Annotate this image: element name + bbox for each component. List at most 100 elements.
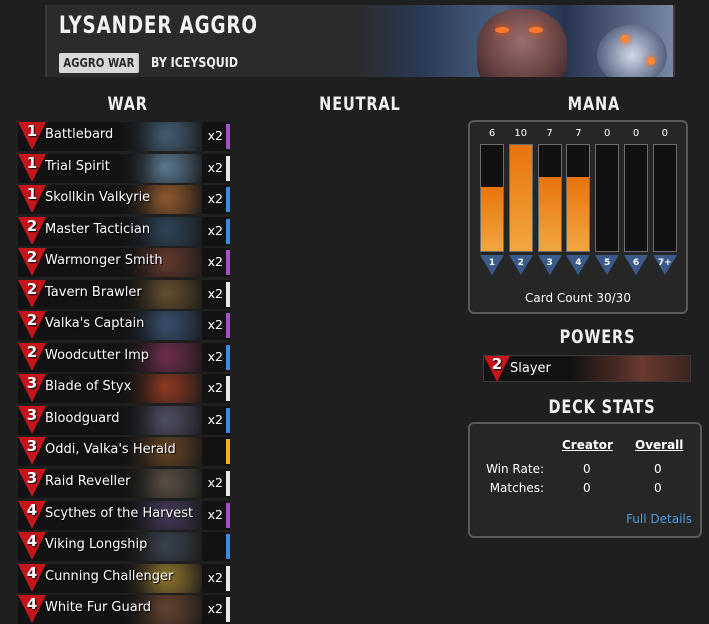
mana-bar [566,144,591,252]
card-name: Oddi, Valka's Herald [45,442,176,458]
card-count-x: x2 [207,254,223,270]
rarity-bar [226,565,230,591]
rarity-bar [226,281,230,307]
mana-bar-fill [567,176,590,251]
card-row[interactable]: 3 Bloodguard x2 [18,405,230,435]
card-row[interactable]: 4 Scythes of the Harvest x2 [18,500,230,530]
mana-column-count: 7 [546,128,553,139]
section-neutral: NEUTRAL [319,93,401,115]
mana-cost-label: 3 [546,258,553,268]
card-art-fade [116,405,202,435]
card-count-x: x2 [207,601,223,617]
card-row[interactable]: 2 Warmonger Smith x2 [18,248,230,278]
mana-column-count: 7 [575,128,582,139]
card-row[interactable]: 1 Skollkin Valkyrie x2 [18,185,230,215]
card-row[interactable]: 2 Valka's Captain x2 [18,311,230,341]
author-label[interactable]: BY ICEYSQUID [151,56,238,71]
card-count-x: x2 [207,317,223,333]
mana-column-count: 0 [632,128,640,139]
mana-cost-label: 4 [575,258,582,268]
section-deck-stats: DECK STATS [548,396,656,418]
card-name: Tavern Brawler [45,284,142,300]
card-name: Cunning Challenger [45,568,174,584]
stats-header-overall: Overall [635,438,684,452]
mana-cost-label: 1 [488,258,496,268]
card-cost: 2 [26,279,38,298]
hero-eye-left [495,27,509,33]
war-card-list: 1 Battlebard x2 1 Trial Spirit x2 1 Skollkin Va… [18,122,230,624]
card-row[interactable]: 1 Battlebard x2 [18,122,230,151]
card-row[interactable]: 4 Viking Longship [18,532,230,562]
section-mana: MANA [567,93,621,115]
card-cost: 2 [26,216,38,235]
mana-bar-fill [509,145,532,251]
mana-column[interactable]: 73 [537,128,562,275]
card-count-x: x2 [207,128,223,143]
card-name: Warmonger Smith [45,253,163,269]
stats-matches-overall: 0 [654,481,662,495]
mana-curve-panel: Card Count 30/30 6 1 10 2 7 3 7 4 0 5 0 6 0 7+ [468,120,688,314]
full-details-link[interactable]: Full Details [626,512,692,526]
card-cost: 4 [26,500,38,519]
card-cost: 1 [26,153,38,172]
card-row[interactable]: 4 Cunning Challenger x2 [18,563,230,593]
card-cost: 3 [26,469,38,488]
mana-cost-label: 2 [517,258,524,268]
rarity-bar [226,534,230,560]
card-cost: 1 [26,185,38,204]
mana-column[interactable]: 74 [566,128,591,275]
card-cost: 3 [26,405,38,424]
card-count-x: x2 [207,191,223,207]
stats-matches-creator: 0 [583,481,591,495]
rarity-bar [226,344,230,370]
card-name: Bloodguard [45,410,120,426]
mana-column[interactable]: 10 2 [508,128,533,275]
card-row[interactable]: 3 Raid Reveller x2 [18,469,230,499]
stats-label-winrate: Win Rate: [486,462,544,476]
mana-cost-label: 6 [632,258,640,268]
section-war: WAR [107,93,148,115]
card-cost: 2 [26,342,38,361]
card-name: Scythes of the Harvest [45,505,194,521]
mana-column[interactable]: 05 [595,128,620,275]
card-row[interactable]: 4 White Fur Guard x2 [18,595,230,624]
card-name: Raid Reveller [45,474,131,490]
mana-column-count: 0 [604,128,611,139]
power-art-image [570,356,690,381]
card-row[interactable]: 2 Master Tactician x2 [18,216,230,246]
card-row[interactable]: 2 Woodcutter Imp x2 [18,342,230,372]
power-name: Slayer [510,361,551,376]
card-cost: 2 [26,311,38,330]
deck-title: LYSANDER AGGRO [59,11,258,39]
mana-bar [480,144,504,252]
card-count-x: x2 [207,222,223,238]
card-cost: 2 [26,248,38,267]
rarity-bar [226,250,230,276]
mana-bar [624,144,648,252]
rarity-bar [226,439,230,465]
mana-column[interactable]: 61 [480,128,504,275]
card-cost: 4 [26,532,38,551]
hero-power-row[interactable]: 2 Slayer [483,355,691,382]
rarity-bar [226,155,230,181]
card-row[interactable]: 2 Tavern Brawler x2 [18,279,230,309]
card-name: Valka's Captain [45,316,145,332]
stats-winrate-creator: 0 [583,462,591,476]
card-art-fade [116,122,202,151]
archetype-tag[interactable]: AGGRO WAR [59,53,139,73]
card-row[interactable]: 1 Trial Spirit x2 [18,153,230,183]
rarity-bar [226,471,230,497]
rarity-bar [226,376,230,402]
section-powers: POWERS [559,326,636,348]
rarity-bar [226,597,230,623]
card-row[interactable]: 3 Blade of Styx x2 [18,374,230,404]
card-count-x: x2 [207,348,223,364]
card-name: Master Tactician [45,221,151,237]
rarity-bar [226,407,230,433]
mana-column[interactable]: 06 [624,128,648,275]
card-row[interactable]: 3 Oddi, Valka's Herald [18,437,230,467]
mana-column-count: 6 [488,128,496,139]
rarity-bar [226,313,230,339]
mana-cost-label: 5 [604,258,611,268]
mana-column[interactable]: 0 7+ [652,128,677,275]
